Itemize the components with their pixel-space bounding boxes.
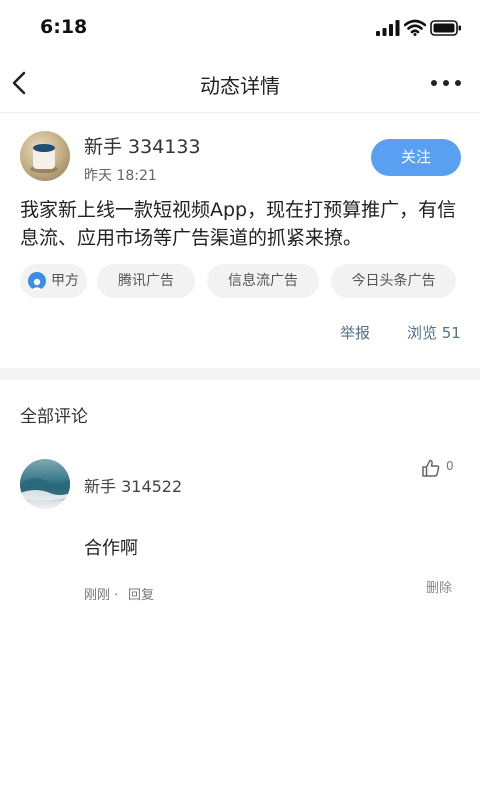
user-icon xyxy=(28,272,46,290)
author-tag[interactable]: 甲方 xyxy=(20,264,87,298)
like-count: 0 xyxy=(446,459,454,473)
post-content: 我家新上线一款短视频App，现在打预算推广，有信息流、应用市场等广告渠道的抓紧来… xyxy=(20,199,457,249)
view-count: 浏览 51 xyxy=(407,324,461,342)
post-time: 昨天 18:21 xyxy=(84,168,157,184)
nav-divider xyxy=(0,112,480,113)
follow-button[interactable]: 关注 xyxy=(371,139,461,176)
section-divider xyxy=(0,368,480,380)
author-avatar[interactable] xyxy=(20,131,70,181)
comment-separator: · xyxy=(114,588,119,603)
thumbs-up-icon[interactable] xyxy=(420,457,442,479)
tag-toutiao-ads[interactable]: 今日头条广告 xyxy=(331,264,456,298)
page-title: 动态详情 xyxy=(200,74,280,98)
author-tag-label: 甲方 xyxy=(51,273,79,289)
report-button[interactable]: 举报 xyxy=(340,322,370,343)
comment-author[interactable]: 新手 314522 xyxy=(84,473,182,497)
comment-time-value: 刚刚 xyxy=(84,588,111,603)
comment-text: 合作啊 xyxy=(84,538,138,559)
comment-time: 刚刚 · xyxy=(84,584,118,603)
tag-tencent-ads[interactable]: 腾讯广告 xyxy=(97,264,195,298)
status-time: 6:18 xyxy=(40,16,88,38)
commenter-avatar[interactable] xyxy=(20,459,70,509)
author-name[interactable]: 新手 334133 xyxy=(84,132,201,159)
wave-image xyxy=(20,477,70,501)
delete-button[interactable]: 删除 xyxy=(426,577,452,596)
tag-feed-ads[interactable]: 信息流广告 xyxy=(207,264,319,298)
comments-title: 全部评论 xyxy=(20,407,88,427)
reply-button[interactable]: 回复 xyxy=(128,584,154,603)
wifi-icon xyxy=(404,19,426,36)
signal-icon xyxy=(376,20,400,36)
cup-image xyxy=(30,144,58,173)
more-button[interactable] xyxy=(428,76,464,90)
battery-icon xyxy=(430,20,461,36)
